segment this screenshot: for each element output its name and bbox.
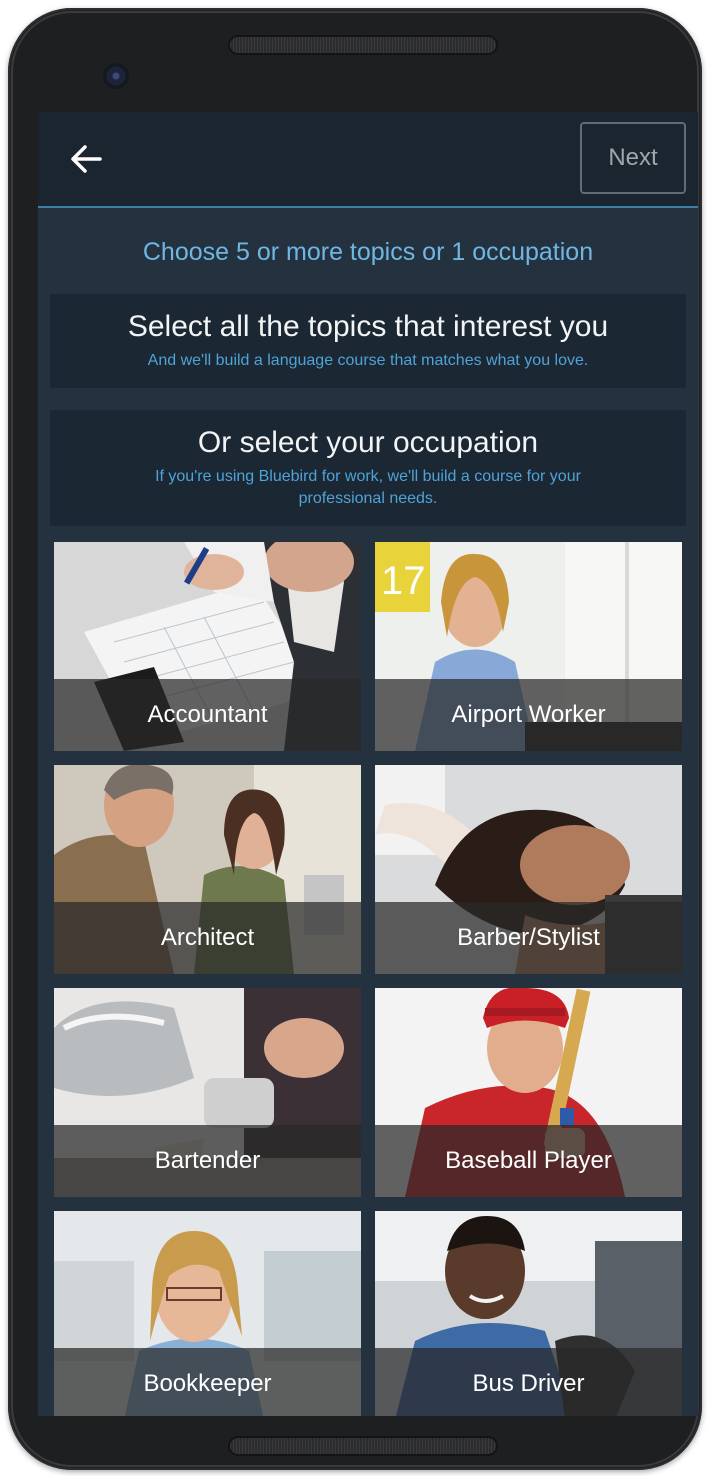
tile-label: Baseball Player <box>375 1125 682 1197</box>
front-camera <box>103 63 129 89</box>
svg-text:17: 17 <box>381 559 426 603</box>
occupation-tile-accountant[interactable]: Accountant <box>54 542 361 751</box>
occupation-tile-bookkeeper[interactable]: Bookkeeper <box>54 1211 361 1416</box>
topics-title: Select all the topics that interest you <box>127 310 609 343</box>
occupation-tile-airport-worker[interactable]: 17 Airport Worker <box>375 542 682 751</box>
next-button[interactable]: Next <box>580 122 686 194</box>
arrow-left-icon <box>71 145 102 173</box>
occupation-tile-architect[interactable]: Architect <box>54 765 361 974</box>
occupation-subtitle: If you're using Bluebird for work, we'll… <box>155 468 581 507</box>
occupation-tile-barber-stylist[interactable]: Barber/Stylist <box>375 765 682 974</box>
occupation-title: Or select your occupation <box>197 426 539 459</box>
app-screen: Next Choose 5 or more topics or 1 occupa… <box>38 112 698 1416</box>
phone-frame: Next Choose 5 or more topics or 1 occupa… <box>8 8 702 1470</box>
back-button[interactable] <box>58 134 114 184</box>
topics-subtitle: And we'll build a language course that m… <box>147 352 589 369</box>
tile-label: Accountant <box>54 679 361 751</box>
tile-label: Bartender <box>54 1125 361 1197</box>
occupation-tile-bus-driver[interactable]: Bus Driver <box>375 1211 682 1416</box>
tile-label: Bus Driver <box>375 1348 682 1416</box>
bottom-speaker-grille <box>228 1436 498 1456</box>
tile-label: Bookkeeper <box>54 1348 361 1416</box>
tile-label: Architect <box>54 902 361 974</box>
occupation-tile-baseball-player[interactable]: Baseball Player <box>375 988 682 1197</box>
occupation-tile-bartender[interactable]: Bartender <box>54 988 361 1197</box>
selection-instruction: Choose 5 or more topics or 1 occupation <box>142 238 594 266</box>
top-speaker-grille <box>228 35 498 55</box>
topics-panel[interactable]: Select all the topics that interest you … <box>50 294 686 388</box>
tile-label: Barber/Stylist <box>375 902 682 974</box>
occupation-panel[interactable]: Or select your occupation If you're usin… <box>50 410 686 526</box>
top-app-bar: Next <box>38 112 698 208</box>
tile-label: Airport Worker <box>375 679 682 751</box>
